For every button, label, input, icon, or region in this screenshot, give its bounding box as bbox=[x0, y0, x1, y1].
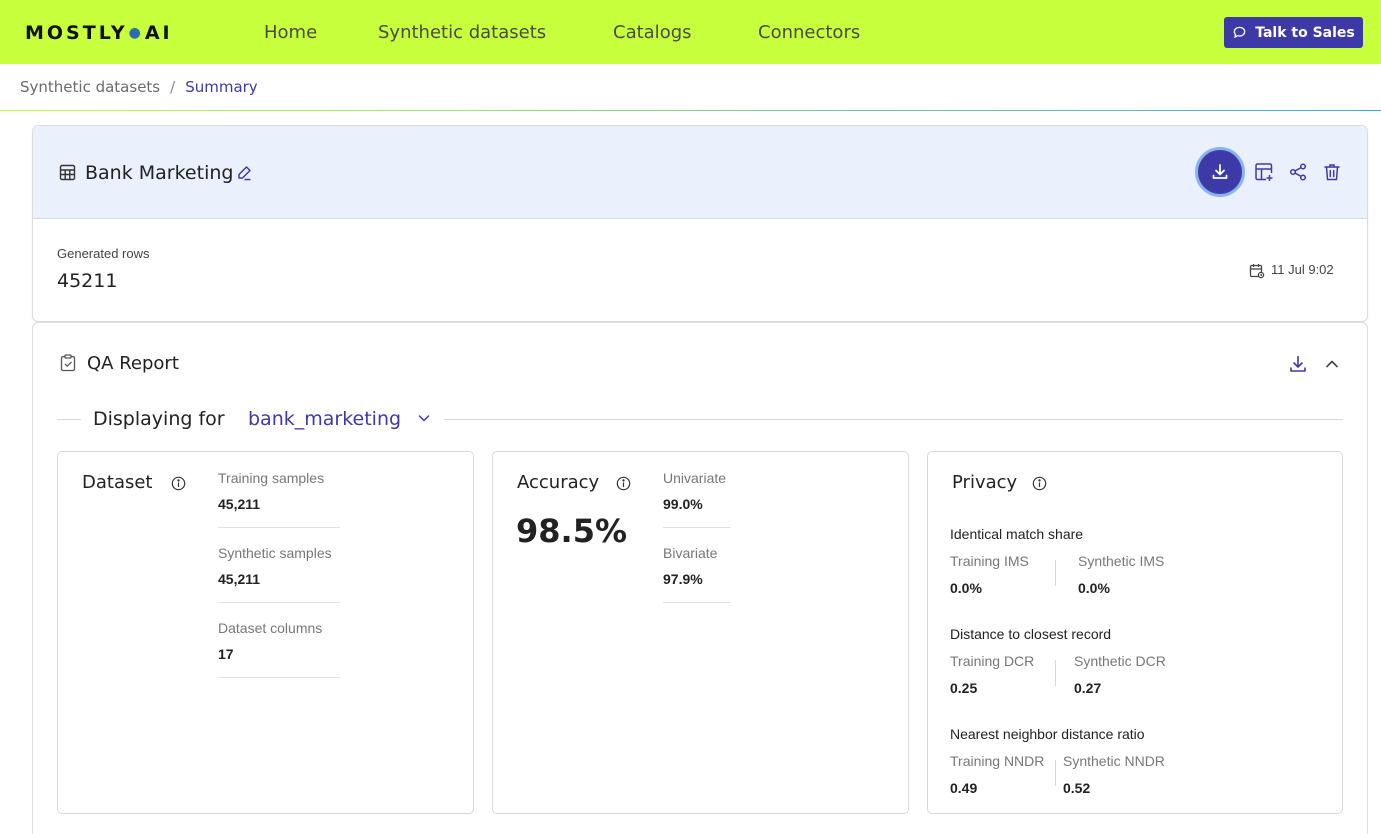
add-table-icon[interactable] bbox=[1254, 162, 1274, 182]
dataset-card: Bank Marketing Generated rows 45211 11 J… bbox=[32, 125, 1368, 322]
metric-value: 0.27 bbox=[1074, 680, 1102, 696]
metric-value: 0.25 bbox=[950, 680, 978, 696]
qa-report-title: QA Report bbox=[87, 353, 179, 374]
overall-accuracy-value: 98.5% bbox=[516, 512, 628, 550]
metric-value: 0.0% bbox=[950, 580, 982, 596]
metric-divider bbox=[218, 602, 340, 603]
accuracy-panel-title: Accuracy bbox=[517, 472, 600, 493]
breadcrumb-synthetic-datasets[interactable]: Synthetic datasets bbox=[20, 78, 160, 96]
top-navigation-bar: MOSTLY●AI Home Synthetic datasets Catalo… bbox=[0, 0, 1381, 64]
metric-value: 99.0% bbox=[663, 496, 703, 512]
metric-label: Training samples bbox=[218, 470, 325, 486]
metric-value: 97.9% bbox=[663, 571, 703, 587]
share-icon[interactable] bbox=[1288, 162, 1308, 182]
info-icon[interactable] bbox=[171, 476, 186, 491]
calendar-icon bbox=[1249, 264, 1265, 279]
metric-label: Training NNDR bbox=[950, 753, 1045, 769]
divider-line-left bbox=[57, 419, 81, 420]
metric-value: 0.49 bbox=[950, 780, 978, 796]
talk-to-sales-button[interactable]: Talk to Sales bbox=[1224, 17, 1363, 48]
metric-label: Training IMS bbox=[950, 553, 1029, 569]
qa-report-card: QA Report Displaying for bank_marketing … bbox=[32, 322, 1368, 834]
nav-synthetic-datasets[interactable]: Synthetic datasets bbox=[378, 21, 546, 45]
header-divider bbox=[0, 110, 1381, 111]
metric-divider bbox=[218, 677, 340, 678]
metric-separator bbox=[1055, 560, 1056, 586]
dataset-card-header: Bank Marketing bbox=[33, 126, 1367, 219]
privacy-panel-title: Privacy bbox=[952, 472, 1018, 493]
metric-divider bbox=[663, 527, 731, 528]
divider-line-right bbox=[444, 419, 1343, 420]
displaying-for-label: Displaying for bbox=[93, 408, 225, 430]
metric-separator bbox=[1055, 660, 1056, 686]
metric-value: 0.0% bbox=[1078, 580, 1110, 596]
breadcrumb-separator: / bbox=[170, 78, 176, 96]
privacy-section-title: Identical match share bbox=[950, 526, 1084, 542]
generated-rows-value: 45211 bbox=[57, 270, 118, 292]
metric-value: 17 bbox=[218, 646, 234, 662]
mostly-ai-logo[interactable]: MOSTLY●AI bbox=[25, 22, 173, 46]
metric-divider bbox=[663, 602, 731, 603]
chevron-down-icon[interactable] bbox=[417, 411, 431, 425]
metric-separator bbox=[1055, 760, 1056, 786]
privacy-panel: Privacy Identical match share Training I… bbox=[927, 451, 1343, 814]
privacy-section-title: Distance to closest record bbox=[950, 626, 1112, 642]
accuracy-panel: Accuracy 98.5% Univariate 99.0% Bivariat… bbox=[492, 451, 909, 814]
nav-home[interactable]: Home bbox=[264, 21, 317, 45]
metric-label: Dataset columns bbox=[218, 620, 323, 636]
dataset-panel: Dataset Training samples 45,211 Syntheti… bbox=[57, 451, 474, 814]
metric-label: Univariate bbox=[663, 470, 727, 486]
metric-value: 0.52 bbox=[1063, 780, 1091, 796]
metric-label: Training DCR bbox=[950, 653, 1035, 669]
nav-catalogs[interactable]: Catalogs bbox=[613, 21, 692, 45]
breadcrumb: Synthetic datasets / Summary bbox=[20, 77, 258, 97]
edit-icon[interactable] bbox=[236, 164, 253, 181]
chat-icon bbox=[1233, 26, 1246, 38]
dataset-panel-title: Dataset bbox=[82, 472, 153, 493]
dataset-title: Bank Marketing bbox=[85, 162, 234, 184]
info-icon[interactable] bbox=[616, 476, 631, 491]
table-selector[interactable]: bank_marketing bbox=[248, 406, 401, 432]
download-icon bbox=[1212, 164, 1228, 179]
dataset-date: 11 Jul 9:02 bbox=[1271, 262, 1334, 277]
talk-to-sales-label: Talk to Sales bbox=[1255, 24, 1355, 41]
breadcrumb-summary: Summary bbox=[185, 78, 258, 96]
chevron-up-icon[interactable] bbox=[1324, 356, 1340, 372]
metric-label: Synthetic DCR bbox=[1074, 653, 1166, 669]
generated-rows-label: Generated rows bbox=[57, 246, 150, 261]
metric-label: Synthetic samples bbox=[218, 545, 332, 561]
download-report-icon[interactable] bbox=[1288, 354, 1308, 374]
nav-connectors[interactable]: Connectors bbox=[758, 21, 860, 45]
metric-label: Synthetic NNDR bbox=[1063, 753, 1165, 769]
metric-value: 45,211 bbox=[218, 496, 261, 512]
info-icon[interactable] bbox=[1032, 476, 1047, 491]
metric-divider bbox=[218, 527, 340, 528]
metric-label: Bivariate bbox=[663, 545, 718, 561]
table-icon bbox=[59, 164, 76, 181]
privacy-section-title: Nearest neighbor distance ratio bbox=[950, 726, 1145, 742]
trash-icon[interactable] bbox=[1322, 162, 1342, 182]
download-dataset-button[interactable] bbox=[1198, 150, 1242, 194]
metric-value: 45,211 bbox=[218, 571, 261, 587]
clipboard-check-icon bbox=[60, 354, 76, 372]
metric-label: Synthetic IMS bbox=[1078, 553, 1165, 569]
